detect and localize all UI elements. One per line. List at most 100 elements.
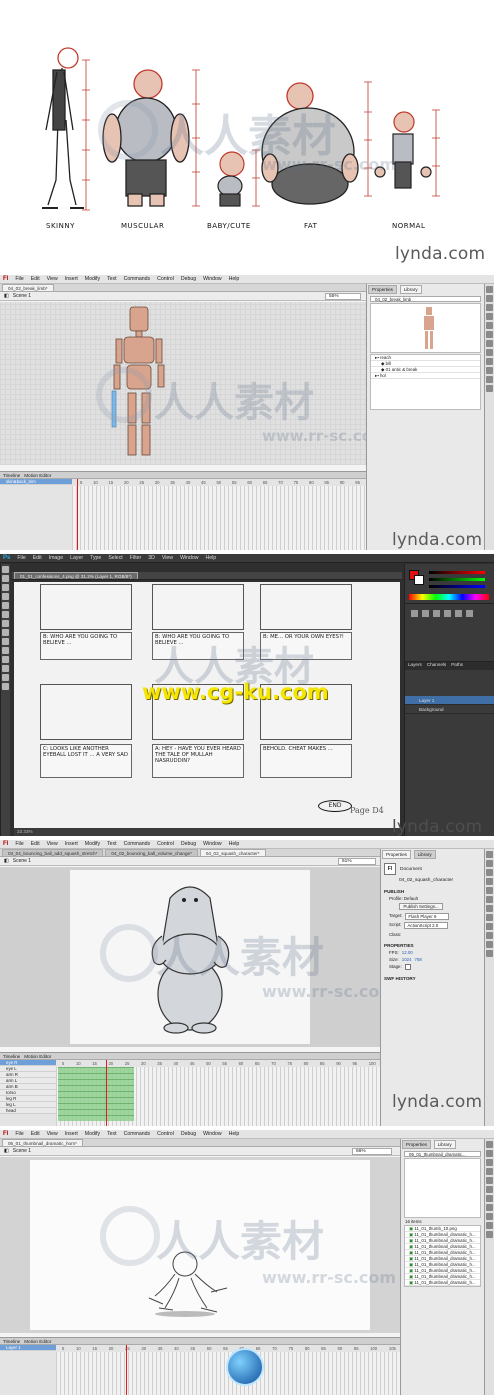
zoom-select[interactable]: 61% <box>338 858 376 865</box>
menu-select[interactable]: Select <box>108 555 122 561</box>
menu-insert[interactable]: Insert <box>65 841 78 847</box>
scene-label[interactable]: Scene 1 <box>13 293 31 299</box>
transform-tool-icon[interactable] <box>486 869 493 876</box>
library-file-select[interactable]: 05_01_thumbnail_dramatic... <box>404 1151 481 1157</box>
library-item[interactable]: ▣ 11_01_thumbnail_dramatic_h... <box>405 1280 480 1286</box>
library-file-select[interactable]: 04_02_break_limb <box>370 296 481 302</box>
wand-tool-icon[interactable] <box>2 593 9 600</box>
bucket-tool-icon[interactable] <box>486 385 493 392</box>
lasso-tool-icon[interactable] <box>486 1168 493 1175</box>
adjust-icon[interactable] <box>444 610 451 617</box>
subselect-tool-icon[interactable] <box>486 860 493 867</box>
tab-library[interactable]: Library <box>433 1140 456 1149</box>
rect-tool-icon[interactable] <box>486 914 493 921</box>
playhead[interactable] <box>77 479 78 550</box>
background-color-swatch[interactable] <box>414 575 424 585</box>
stage-color-swatch[interactable] <box>404 964 411 970</box>
bone-tool-icon[interactable] <box>486 941 493 948</box>
bucket-tool-icon[interactable] <box>486 950 493 957</box>
red-slider[interactable] <box>429 571 485 574</box>
subselect-tool-icon[interactable] <box>486 1150 493 1157</box>
menu-type[interactable]: Type <box>90 555 101 561</box>
subselect-tool-icon[interactable] <box>486 295 493 302</box>
scene-label[interactable]: Scene 1 <box>13 1148 31 1154</box>
rect-tool-icon[interactable] <box>486 349 493 356</box>
menu-window[interactable]: Window <box>203 841 221 847</box>
scene-label[interactable]: Scene 1 <box>13 858 31 864</box>
menu-edit[interactable]: Edit <box>31 276 40 282</box>
menu-edit[interactable]: Edit <box>31 841 40 847</box>
tab-motion-editor[interactable]: Motion Editor <box>24 1339 51 1344</box>
transform-tool-icon[interactable] <box>486 304 493 311</box>
timeline-layer[interactable]: skin&back_trim <box>0 479 72 485</box>
pencil-tool-icon[interactable] <box>486 1213 493 1220</box>
adjust-icon[interactable] <box>455 610 462 617</box>
selection-tool-icon[interactable] <box>486 851 493 858</box>
selection-tool-icon[interactable] <box>486 1141 493 1148</box>
menu-file[interactable]: File <box>15 841 23 847</box>
publish-settings-button[interactable]: Publish Settings... <box>399 903 443 910</box>
menu-edit[interactable]: Edit <box>33 555 42 561</box>
menu-insert[interactable]: Insert <box>65 276 78 282</box>
menu-modify[interactable]: Modify <box>85 841 100 847</box>
menu-commands[interactable]: Commands <box>124 841 151 847</box>
menu-image[interactable]: Image <box>49 555 63 561</box>
tab-document[interactable]: 01_01_confessions_4.png @ 31.2% (Layer 1… <box>14 572 138 579</box>
tab-document[interactable]: 05_01_thumbnail_dramatic_horn* <box>2 1139 83 1146</box>
tab-properties[interactable]: Properties <box>368 285 397 294</box>
menu-control[interactable]: Control <box>157 1131 174 1137</box>
lasso-tool-icon[interactable] <box>486 878 493 885</box>
adjust-icon[interactable] <box>422 610 429 617</box>
menu-filter[interactable]: Filter <box>130 555 142 561</box>
tab-document[interactable]: 04_02_bouncing_ball_volume_change* <box>105 849 198 856</box>
menu-help[interactable]: Help <box>206 555 217 561</box>
tab-timeline[interactable]: Timeline <box>3 1054 20 1059</box>
playhead[interactable] <box>106 1060 107 1126</box>
tab-paths[interactable]: Paths <box>451 662 463 670</box>
menu-modify[interactable]: Modify <box>85 1131 100 1137</box>
menu-debug[interactable]: Debug <box>181 276 196 282</box>
zoom-tool-icon[interactable] <box>2 683 9 690</box>
menu-debug[interactable]: Debug <box>181 841 196 847</box>
menu-window[interactable]: Window <box>180 555 198 561</box>
pen-tool-icon[interactable] <box>486 887 493 894</box>
brush-tool-icon[interactable] <box>2 629 9 636</box>
tab-channels[interactable]: Channels <box>427 662 446 670</box>
tab-timeline[interactable]: Timeline <box>3 1339 20 1344</box>
menu-3d[interactable]: 3D <box>148 555 155 561</box>
move-tool-icon[interactable] <box>2 566 9 573</box>
size-width[interactable]: 1024 <box>402 957 412 962</box>
playhead[interactable] <box>126 1345 127 1395</box>
line-tool-icon[interactable] <box>486 340 493 347</box>
pencil-tool-icon[interactable] <box>486 923 493 930</box>
frame-grid[interactable] <box>72 486 366 550</box>
rect-tool-icon[interactable] <box>486 1204 493 1211</box>
menu-insert[interactable]: Insert <box>65 1131 78 1137</box>
green-slider[interactable] <box>429 578 485 581</box>
line-tool-icon[interactable] <box>486 1195 493 1202</box>
bone-tool-icon[interactable] <box>486 1231 493 1238</box>
menu-control[interactable]: Control <box>157 841 174 847</box>
gradient-tool-icon[interactable] <box>2 656 9 663</box>
menu-layer[interactable]: Layer <box>70 555 83 561</box>
menu-window[interactable]: Window <box>203 1131 221 1137</box>
script-select[interactable]: ActionScript 2.0 <box>404 922 449 929</box>
library-item[interactable]: ▸▪ hol <box>371 373 480 379</box>
tab-document[interactable]: 04_02_break_limb* <box>2 284 54 291</box>
menu-text[interactable]: Text <box>107 1131 117 1137</box>
text-tool-icon[interactable] <box>486 331 493 338</box>
section-publish[interactable]: PUBLISH <box>381 889 484 894</box>
menu-file[interactable]: File <box>15 1131 23 1137</box>
adjust-icon[interactable] <box>433 610 440 617</box>
timeline-layer[interactable]: Layer 1 <box>0 1345 56 1351</box>
tab-properties[interactable]: Properties <box>402 1140 431 1149</box>
menu-view[interactable]: View <box>162 555 173 561</box>
tab-layers[interactable]: Layers <box>408 662 422 670</box>
menu-text[interactable]: Text <box>107 841 117 847</box>
lasso-tool-icon[interactable] <box>2 584 9 591</box>
transform-tool-icon[interactable] <box>486 1159 493 1166</box>
menu-view[interactable]: View <box>47 1131 58 1137</box>
section-properties[interactable]: PROPERTIES <box>381 943 484 948</box>
spectrum-bar[interactable] <box>409 594 489 600</box>
menu-help[interactable]: Help <box>229 841 240 847</box>
